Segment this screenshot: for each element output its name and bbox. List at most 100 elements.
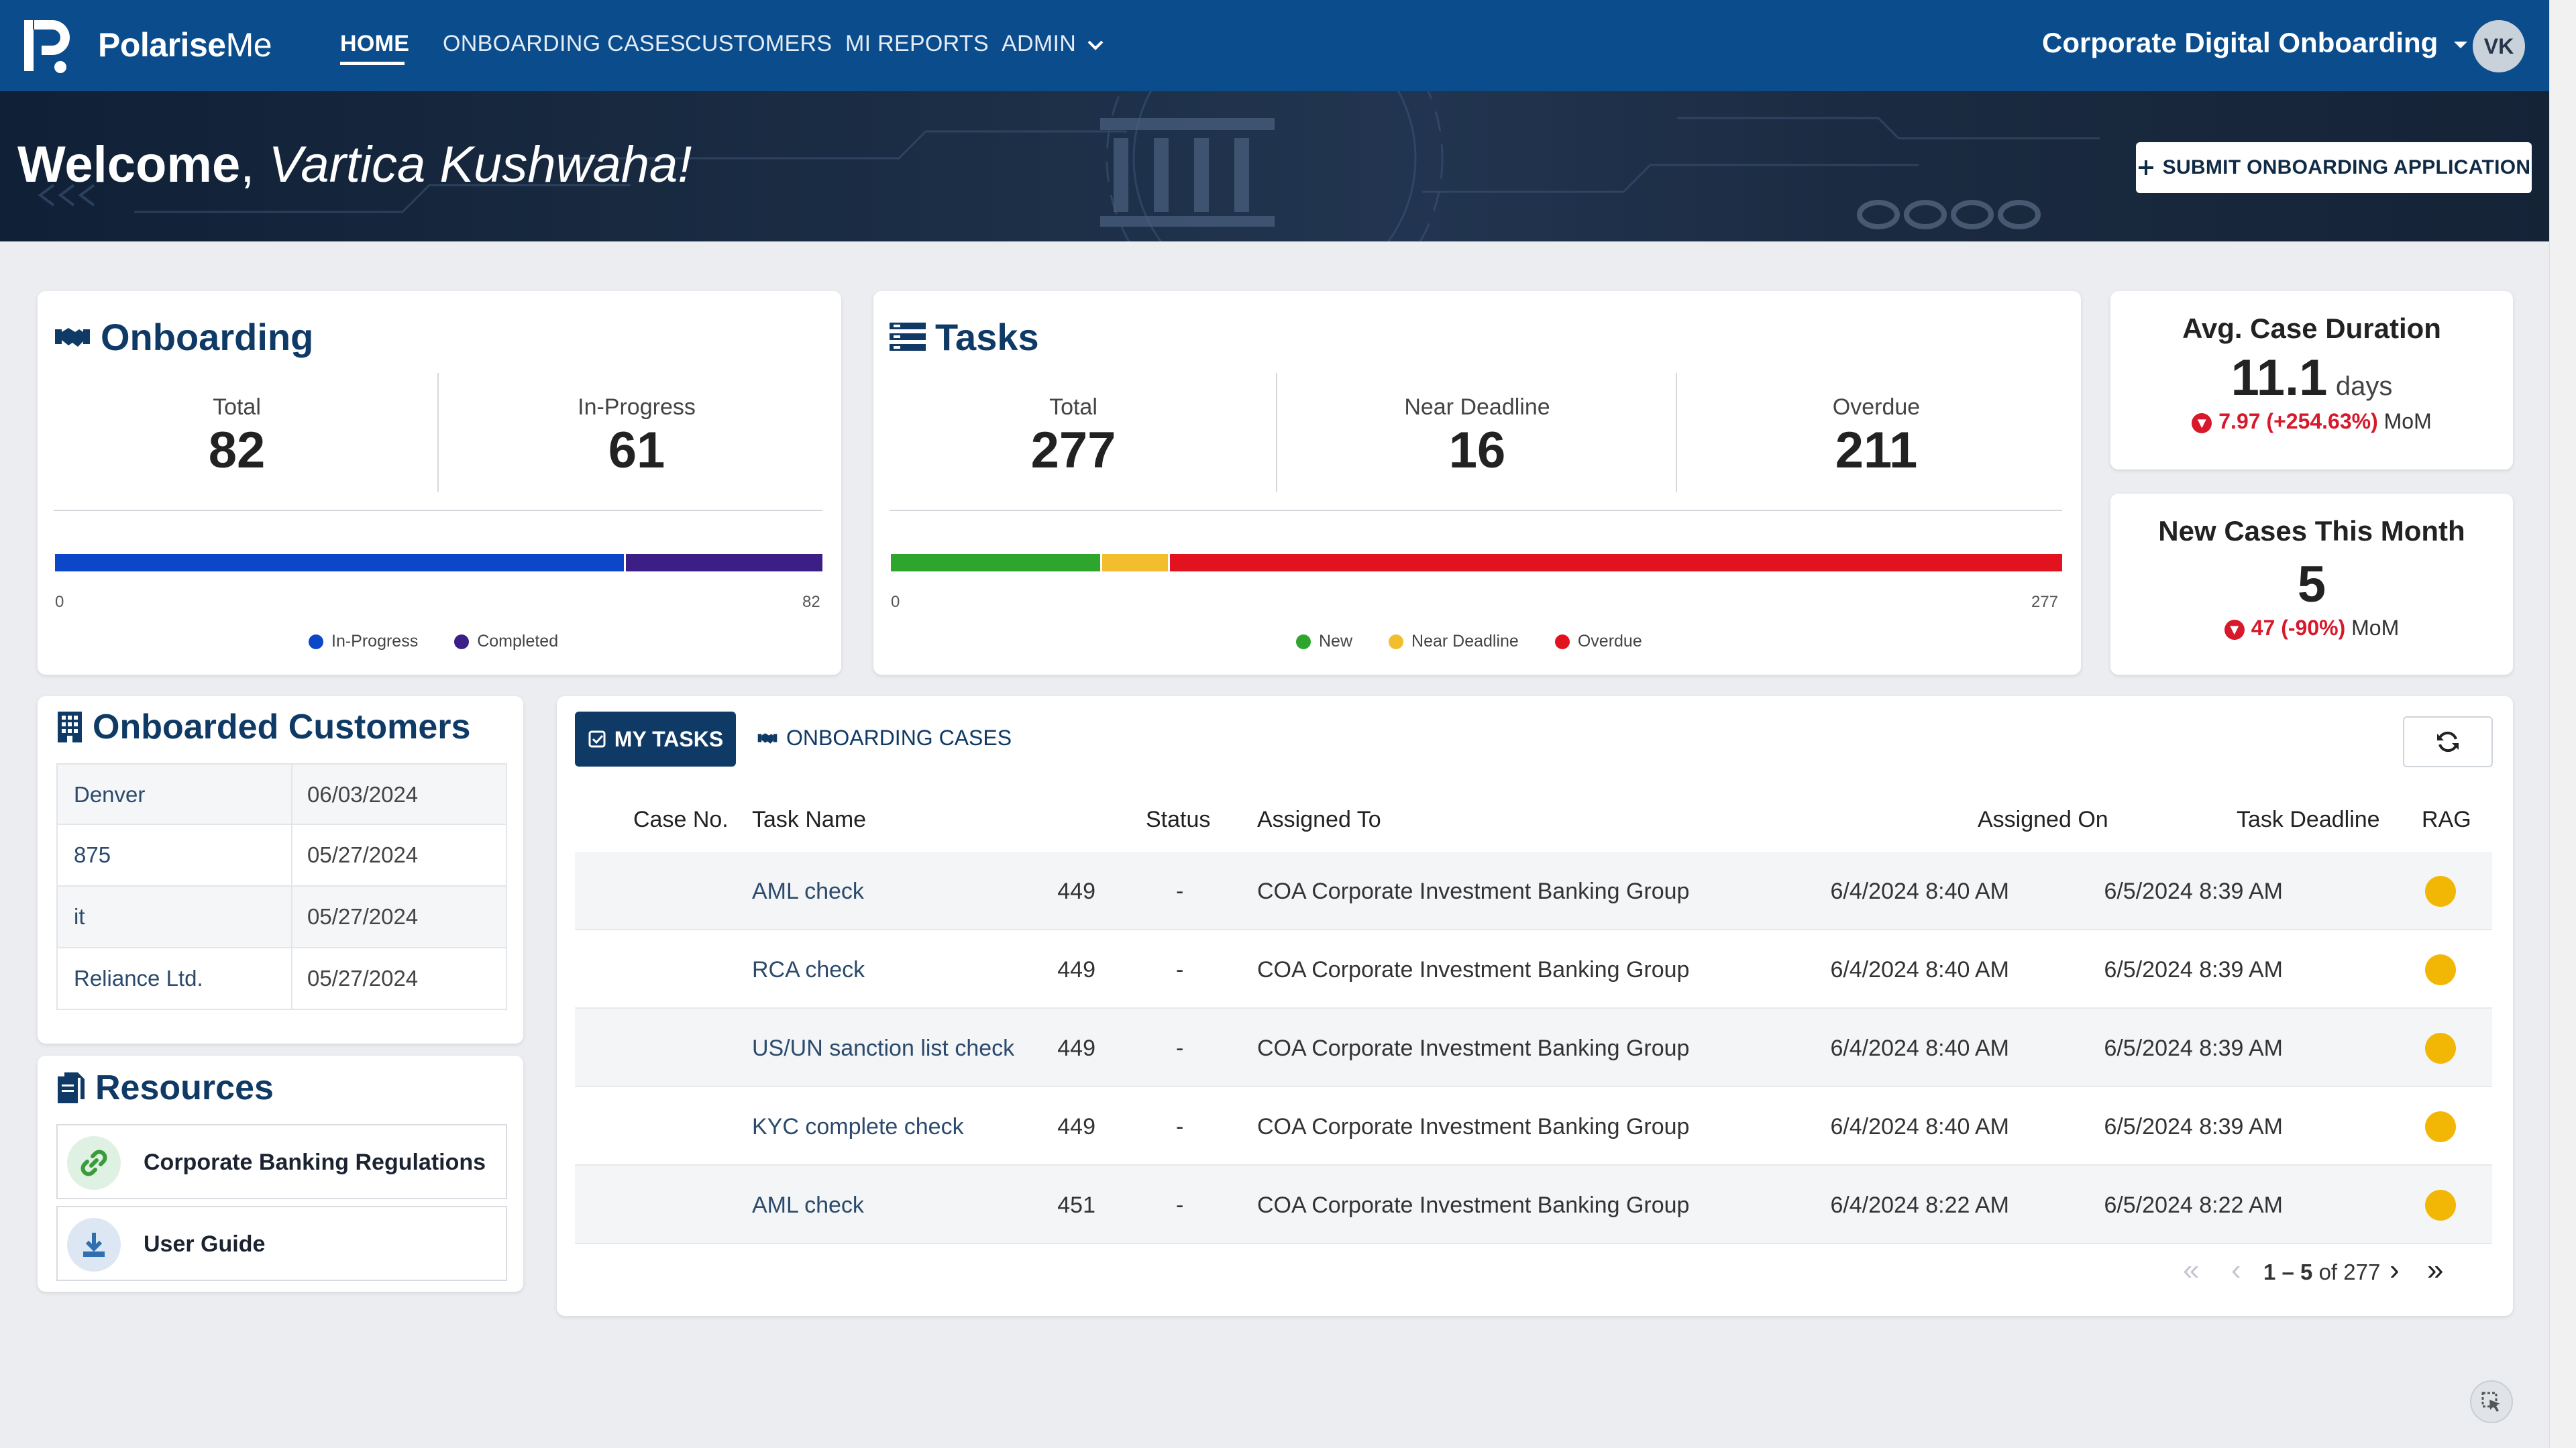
brand-name[interactable]: PolariseMe xyxy=(98,25,272,64)
onboarding-inprogress-label: In-Progress xyxy=(578,394,696,420)
col-header-case-no[interactable]: Case No. xyxy=(633,807,729,833)
welcome-word: Welcome xyxy=(17,136,241,193)
download-icon xyxy=(67,1218,121,1272)
resource-user-guide[interactable]: User Guide xyxy=(56,1206,507,1281)
customer-date: 05/27/2024 xyxy=(307,842,419,867)
legend-label-new: New xyxy=(1319,632,1353,651)
refresh-button[interactable] xyxy=(2403,716,2493,767)
welcome-comma: , xyxy=(240,136,255,193)
avg-case-duration-unit: days xyxy=(2335,372,2393,401)
stat-divider xyxy=(437,373,439,492)
col-header-assigned-to[interactable]: Assigned To xyxy=(1257,807,1381,833)
avg-case-duration-change: ▼ 7.97 (+254.63%) MoM xyxy=(2110,409,2513,434)
tasks-overdue-value: 211 xyxy=(1835,422,1918,479)
welcome-banner: Welcome, Vartica Kushwaha! SUBMIT ONBOAR… xyxy=(0,91,2549,241)
chevron-down-icon xyxy=(1087,40,1104,50)
task-name-link[interactable]: US/UN sanction list check xyxy=(752,1036,1014,1062)
tasks-title-text: Tasks xyxy=(935,316,1039,358)
nav-customers[interactable]: CUSTOMERS xyxy=(685,31,832,57)
tab-my-tasks[interactable]: MY TASKS xyxy=(575,712,736,767)
nav-onboarding-cases[interactable]: ONBOARDING CASES xyxy=(443,31,686,57)
avg-case-duration-title: Avg. Case Duration xyxy=(2182,313,2441,344)
legend-item-new: New xyxy=(1296,632,1352,651)
customer-row[interactable]: Denver 06/03/2024 xyxy=(56,763,507,825)
next-page-icon[interactable]: › xyxy=(2390,1256,2400,1285)
task-name-link[interactable]: KYC complete check xyxy=(752,1114,964,1140)
legend-label-completed: Completed xyxy=(477,632,559,651)
polariseme-logo-icon[interactable] xyxy=(19,15,79,76)
avg-case-duration-mom: MoM xyxy=(2383,409,2432,433)
cell-divider xyxy=(291,887,292,947)
col-header-task-name[interactable]: Task Name xyxy=(752,807,866,833)
task-row[interactable]: 451 AML check - COA Corporate Investment… xyxy=(575,1166,2492,1244)
nav-home[interactable]: HOME xyxy=(340,31,409,57)
legend-dot-in-progress xyxy=(309,634,323,649)
task-status: - xyxy=(1176,957,1184,983)
task-row[interactable]: 449 RCA check - COA Corporate Investment… xyxy=(575,930,2492,1009)
tasks-card-title: Tasks xyxy=(890,315,1039,359)
resources-title: Resources xyxy=(56,1068,274,1108)
brand-main: Polarise xyxy=(98,26,226,64)
onboarded-customers-card: Onboarded Customers Denver 06/03/2024 875… xyxy=(38,696,523,1044)
onboarding-card-title: Onboarding xyxy=(54,315,313,359)
link-icon xyxy=(67,1136,121,1190)
col-header-status[interactable]: Status xyxy=(1146,807,1210,833)
nav-mi-reports[interactable]: MI REPORTS xyxy=(845,31,989,57)
rag-status-amber xyxy=(2425,1111,2456,1142)
avg-case-duration-value: 11.1 xyxy=(2231,349,2328,406)
user-avatar[interactable]: VK xyxy=(2473,20,2525,72)
resources-title-text: Resources xyxy=(95,1068,274,1107)
customer-row[interactable]: Reliance Ltd. 05/27/2024 xyxy=(56,948,507,1010)
col-header-rag[interactable]: RAG xyxy=(2422,807,2471,833)
pagination-range: 1 – 5 xyxy=(2263,1260,2313,1284)
page-scrollbar[interactable] xyxy=(2549,0,2576,1448)
col-header-task-deadline[interactable]: Task Deadline xyxy=(2237,807,2380,833)
prev-page-icon[interactable]: ‹ xyxy=(2231,1256,2241,1285)
submit-onboarding-application-button[interactable]: SUBMIT ONBOARDING APPLICATION xyxy=(2136,142,2532,193)
customer-name[interactable]: Reliance Ltd. xyxy=(74,966,203,991)
task-status: - xyxy=(1176,1036,1184,1061)
last-page-icon[interactable]: » xyxy=(2427,1256,2443,1285)
first-page-icon[interactable]: « xyxy=(2183,1256,2199,1285)
rag-status-amber xyxy=(2425,876,2456,907)
customer-row[interactable]: 875 05/27/2024 xyxy=(56,825,507,887)
task-case-no: 451 xyxy=(1057,1192,1095,1218)
cell-divider xyxy=(291,765,292,824)
legend-label-overdue: Overdue xyxy=(1577,632,1642,651)
top-navbar: PolariseMe HOME ONBOARDING CASES CUSTOME… xyxy=(0,0,2549,91)
task-row[interactable]: 449 AML check - COA Corporate Investment… xyxy=(575,852,2492,930)
onboarding-legend: In-Progress Completed xyxy=(309,632,585,651)
legend-item-completed: Completed xyxy=(454,632,558,651)
customer-name[interactable]: 875 xyxy=(74,842,111,868)
resource-label: User Guide xyxy=(144,1231,266,1257)
legend-item-near-deadline: Near Deadline xyxy=(1389,632,1519,651)
customer-row[interactable]: it 05/27/2024 xyxy=(56,887,507,948)
handshake-icon xyxy=(757,732,777,744)
task-row[interactable]: 449 US/UN sanction list check - COA Corp… xyxy=(575,1009,2492,1087)
pagination-status: 1 – 5 of 277 xyxy=(2263,1260,2380,1285)
nav-active-indicator xyxy=(340,62,405,65)
stat-divider xyxy=(1676,373,1677,492)
customer-name[interactable]: Denver xyxy=(74,782,145,807)
tasks-legend: New Near Deadline Overdue xyxy=(1296,632,1669,651)
cursor-assist-icon[interactable] xyxy=(2470,1380,2513,1423)
pagination-total: of 277 xyxy=(2318,1260,2381,1284)
tasks-axis-max: 277 xyxy=(2031,593,2059,611)
submit-button-label: SUBMIT ONBOARDING APPLICATION xyxy=(2162,156,2531,178)
nav-admin[interactable]: ADMIN xyxy=(1002,31,1104,57)
task-name-link[interactable]: AML check xyxy=(752,879,864,905)
task-name-link[interactable]: RCA check xyxy=(752,957,865,983)
bar-segment-completed xyxy=(626,554,822,571)
task-row[interactable]: 449 KYC complete check - COA Corporate I… xyxy=(575,1087,2492,1166)
new-cases-value-row: 5 xyxy=(2110,555,2513,614)
customer-name[interactable]: it xyxy=(74,904,85,930)
org-selector[interactable]: Corporate Digital Onboarding xyxy=(2042,27,2469,59)
col-header-assigned-on[interactable]: Assigned On xyxy=(1978,807,2108,833)
bar-segment-new xyxy=(891,554,1100,571)
tab-onboarding-cases[interactable]: ONBOARDING CASES xyxy=(757,726,1012,750)
onboarded-customers-title: Onboarded Customers xyxy=(56,707,470,747)
legend-label-near-deadline: Near Deadline xyxy=(1411,632,1519,651)
resource-corporate-banking-regulations[interactable]: Corporate Banking Regulations xyxy=(56,1124,507,1199)
task-case-no: 449 xyxy=(1057,1114,1095,1139)
task-name-link[interactable]: AML check xyxy=(752,1192,864,1219)
